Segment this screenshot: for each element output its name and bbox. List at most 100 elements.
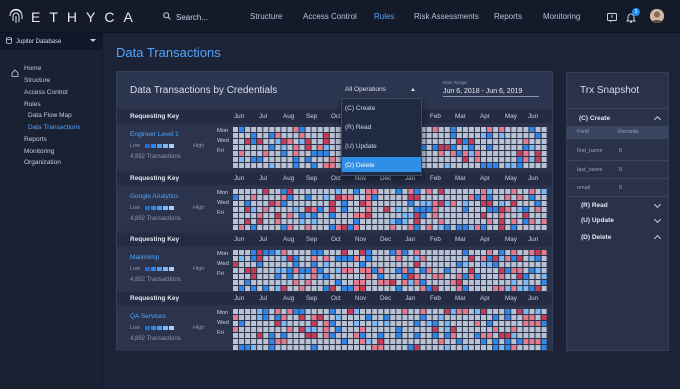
heatmap-cell[interactable] [323,195,329,200]
heatmap-cell[interactable] [305,286,311,291]
heatmap-cell[interactable] [517,286,523,291]
heatmap-cell[interactable] [444,321,450,326]
heatmap-cell[interactable] [366,345,372,350]
heatmap-cell[interactable] [462,157,468,162]
heatmap-cell[interactable] [456,309,462,314]
heatmap-cell[interactable] [299,127,305,132]
heatmap-cell[interactable] [462,139,468,144]
heatmap-cell[interactable] [245,189,251,194]
heatmap-cell[interactable] [251,256,257,261]
heatmap-cell[interactable] [432,286,438,291]
heatmap-cell[interactable] [499,262,505,267]
heatmap-cell[interactable] [499,250,505,255]
heatmap-cell[interactable] [293,213,299,218]
heatmap-cell[interactable] [487,321,493,326]
heatmap-cell[interactable] [251,157,257,162]
heatmap-cell[interactable] [414,250,420,255]
heatmap-cell[interactable] [481,268,486,273]
sidebar-item-reports[interactable]: Reports [24,136,47,143]
heatmap-cell[interactable] [384,225,390,230]
heatmap-cell[interactable] [360,250,365,255]
heatmap-cell[interactable] [535,163,541,168]
heatmap-cell[interactable] [402,207,408,212]
heatmap-cell[interactable] [239,225,244,230]
heatmap-cell[interactable] [529,315,535,320]
heatmap-cell[interactable] [456,315,462,320]
heatmap-cell[interactable] [275,127,281,132]
heatmap-cell[interactable] [517,274,523,279]
heatmap-cell[interactable] [269,225,275,230]
heatmap-cell[interactable] [287,345,293,350]
heatmap-cell[interactable] [233,163,238,168]
heatmap-cell[interactable] [329,315,335,320]
heatmap-cell[interactable] [275,225,281,230]
heatmap-cell[interactable] [245,268,251,273]
heatmap-cell[interactable] [366,315,372,320]
heatmap-cell[interactable] [402,262,408,267]
heatmap-grid[interactable] [233,250,551,292]
heatmap-cell[interactable] [287,139,293,144]
heatmap-cell[interactable] [481,327,486,332]
heatmap-cell[interactable] [275,315,281,320]
heatmap-cell[interactable] [263,256,269,261]
heatmap-cell[interactable] [462,339,468,344]
heatmap-cell[interactable] [360,213,365,218]
heatmap-cell[interactable] [311,189,317,194]
heatmap-cell[interactable] [414,333,420,338]
heatmap-cell[interactable] [341,219,347,224]
heatmap-cell[interactable] [263,195,269,200]
heatmap-cell[interactable] [299,213,305,218]
heatmap-cell[interactable] [251,327,257,332]
heatmap-cell[interactable] [505,195,511,200]
heatmap-cell[interactable] [462,207,468,212]
heatmap-cell[interactable] [287,201,293,206]
heatmap-cell[interactable] [239,201,244,206]
nav-reports[interactable]: Reports [494,12,522,21]
heatmap-cell[interactable] [487,315,493,320]
heatmap-cell[interactable] [408,339,414,344]
heatmap-cell[interactable] [305,127,311,132]
heatmap-cell[interactable] [354,345,359,350]
heatmap-cell[interactable] [239,274,244,279]
heatmap-cell[interactable] [444,139,450,144]
heatmap-cell[interactable] [384,327,390,332]
heatmap-cell[interactable] [329,201,335,206]
heatmap-cell[interactable] [245,274,251,279]
heatmap-cell[interactable] [360,321,365,326]
heatmap-cell[interactable] [293,268,299,273]
option-create[interactable]: (C) Create [345,105,375,112]
heatmap-cell[interactable] [529,133,535,138]
heatmap-cell[interactable] [299,339,305,344]
heatmap-cell[interactable] [505,127,511,132]
heatmap-cell[interactable] [468,189,474,194]
heatmap-cell[interactable] [414,280,420,285]
heatmap-cell[interactable] [366,189,372,194]
heatmap-cell[interactable] [456,145,462,150]
heatmap-cell[interactable] [233,189,238,194]
heatmap-cell[interactable] [505,339,511,344]
heatmap-cell[interactable] [390,189,396,194]
snapshot-create-row[interactable]: (C) Create [567,110,668,126]
heatmap-cell[interactable] [517,309,523,314]
heatmap-cell[interactable] [535,309,541,314]
heatmap-cell[interactable] [335,207,341,212]
heatmap-cell[interactable] [239,345,244,350]
heatmap-cell[interactable] [529,163,535,168]
heatmap-cell[interactable] [323,189,329,194]
heatmap-cell[interactable] [390,321,396,326]
heatmap-cell[interactable] [384,286,390,291]
heatmap-cell[interactable] [481,262,486,267]
heatmap-cell[interactable] [269,195,275,200]
heatmap-cell[interactable] [481,225,486,230]
heatmap-cell[interactable] [263,133,269,138]
heatmap-cell[interactable] [462,286,468,291]
heatmap-cell[interactable] [438,286,444,291]
heatmap-cell[interactable] [299,139,305,144]
heatmap-cell[interactable] [456,219,462,224]
heatmap-cell[interactable] [360,256,365,261]
heatmap-cell[interactable] [348,262,353,267]
heatmap-cell[interactable] [269,157,275,162]
heatmap-cell[interactable] [438,189,444,194]
heatmap-cell[interactable] [378,250,384,255]
heatmap-cell[interactable] [263,315,269,320]
